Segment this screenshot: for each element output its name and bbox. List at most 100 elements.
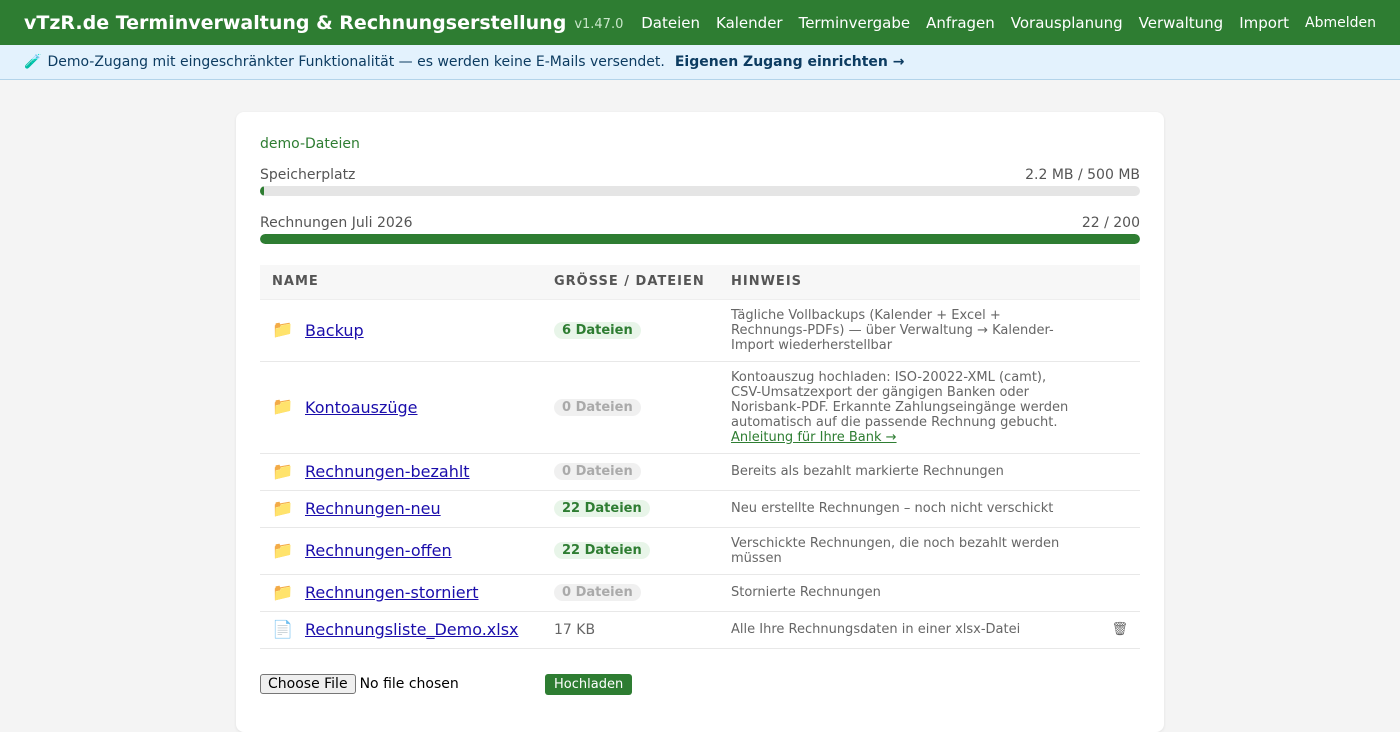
files-card: demo-Dateien Speicherplatz 2.2 MB / 500 …	[236, 112, 1164, 732]
bank-guide-link[interactable]: Anleitung für Ihre Bank →	[731, 430, 897, 445]
file-icon: 📄	[272, 619, 294, 640]
file-count-badge: 0 Dateien	[554, 584, 641, 601]
table-row: 📄 Rechnungsliste_Demo.xlsx 17 KB Alle Ih…	[260, 611, 1140, 649]
action-cell	[1091, 490, 1140, 528]
file-count-badge: 0 Dateien	[554, 463, 641, 480]
hint-cell: Stornierte Rechnungen	[719, 574, 1091, 612]
file-input[interactable]: Choose File No file chosen	[260, 674, 545, 694]
file-name-link[interactable]: Rechnungen-storniert	[305, 583, 479, 602]
file-name-link[interactable]: Rechnungsliste_Demo.xlsx	[305, 620, 519, 639]
action-cell	[1091, 299, 1140, 362]
nav-item-verwaltung[interactable]: Verwaltung	[1139, 14, 1224, 32]
trash-icon[interactable]: 🗑	[1111, 622, 1128, 637]
folder-icon: 📁	[272, 540, 294, 561]
setup-account-link[interactable]: Eigenen Zugang einrichten →	[675, 54, 905, 70]
action-cell	[1091, 361, 1140, 454]
column-header-actions	[1091, 265, 1140, 300]
demo-banner-text: Demo-Zugang mit eingeschränkter Funktion…	[47, 54, 665, 70]
file-count-badge: 0 Dateien	[554, 398, 641, 416]
action-cell	[1091, 574, 1140, 612]
action-cell	[1091, 453, 1140, 491]
hint-cell: Neu erstellte Rechnungen – noch nicht ve…	[719, 490, 1091, 528]
column-header-name: NAME	[260, 265, 542, 300]
file-count-badge: 22 Dateien	[554, 542, 650, 559]
size-cell: 0 Dateien	[542, 453, 719, 491]
folder-icon: 📁	[272, 582, 294, 603]
table-row: 📁 Rechnungen-bezahlt 0 Dateien Bereits a…	[260, 453, 1140, 491]
size-cell: 0 Dateien	[542, 361, 719, 454]
column-header-size: GRÖSSE / DATEIEN	[542, 265, 719, 300]
size-cell: 6 Dateien	[542, 299, 719, 362]
table-row: 📁 Kontoauszüge 0 Dateien Kontoauszug hoc…	[260, 361, 1140, 454]
hint-text: Bereits als bezahlt markierte Rechnungen	[731, 464, 1004, 479]
column-header-hint: HINWEIS	[719, 265, 1091, 300]
table-row: 📁 Backup 6 Dateien Tägliche Vollbackups …	[260, 299, 1140, 362]
action-cell	[1091, 527, 1140, 575]
table-row: 📁 Rechnungen-neu 22 Dateien Neu erstellt…	[260, 490, 1140, 528]
file-name-link[interactable]: Rechnungen-neu	[305, 499, 441, 518]
files-table: NAME GRÖSSE / DATEIEN HINWEIS 📁 Backup 6…	[260, 265, 1140, 649]
hint-cell: Bereits als bezahlt markierte Rechnungen	[719, 453, 1091, 491]
name-cell: 📁 Rechnungen-bezahlt	[260, 453, 542, 491]
storage-progress-fill	[260, 186, 264, 196]
hint-text: Stornierte Rechnungen	[731, 585, 881, 600]
app-title: vTzR.de Terminverwaltung & Rechnungserst…	[24, 11, 567, 34]
file-count-badge: 22 Dateien	[554, 500, 650, 517]
name-cell: 📁 Rechnungen-offen	[260, 527, 542, 575]
name-cell: 📁 Kontoauszüge	[260, 361, 542, 454]
nav-item-kalender[interactable]: Kalender	[716, 14, 783, 32]
storage-value: 2.2 MB / 500 MB	[1025, 167, 1140, 183]
storage-label: Speicherplatz	[260, 167, 356, 183]
demo-banner: 🧪 Demo-Zugang mit eingeschränkter Funkti…	[0, 45, 1400, 80]
upload-form: Choose File No file chosen Hochladen	[260, 673, 1140, 695]
name-cell: 📁 Backup	[260, 299, 542, 362]
file-name-link[interactable]: Kontoauszüge	[305, 398, 418, 417]
table-header-row: NAME GRÖSSE / DATEIEN HINWEIS	[260, 265, 1140, 300]
flask-icon: 🧪	[24, 54, 42, 70]
name-cell: 📁 Rechnungen-neu	[260, 490, 542, 528]
invoices-progress-fill	[260, 234, 1140, 244]
invoices-value: 22 / 200	[1081, 215, 1140, 231]
action-cell: 🗑	[1091, 611, 1140, 649]
logout-link[interactable]: Abmelden	[1305, 15, 1376, 31]
hint-text: Alle Ihre Rechnungsdaten in einer xlsx-D…	[731, 622, 1021, 637]
folder-icon: 📁	[272, 461, 294, 482]
top-navigation-bar: vTzR.de Terminverwaltung & Rechnungserst…	[0, 0, 1400, 45]
file-name-link[interactable]: Rechnungen-offen	[305, 541, 452, 560]
invoices-progress-track	[260, 234, 1140, 244]
page-title: demo-Dateien	[260, 136, 360, 152]
table-row: 📁 Rechnungen-storniert 0 Dateien Stornie…	[260, 574, 1140, 612]
hint-text: Neu erstellte Rechnungen – noch nicht ve…	[731, 501, 1054, 516]
folder-icon: 📁	[272, 498, 294, 519]
hint-text: Kontoauszug hochladen: ISO-20022-XML (ca…	[731, 369, 1069, 430]
storage-meter: Speicherplatz 2.2 MB / 500 MB	[260, 167, 1140, 196]
size-cell: 22 Dateien	[542, 527, 719, 575]
file-input-status: No file chosen	[359, 676, 459, 692]
nav-item-terminvergabe[interactable]: Terminvergabe	[799, 14, 911, 32]
folder-icon: 📁	[272, 397, 294, 417]
table-row: 📁 Rechnungen-offen 22 Dateien Verschickt…	[260, 527, 1140, 575]
main-nav: Dateien Kalender Terminvergabe Anfragen …	[625, 14, 1376, 32]
hint-cell: Alle Ihre Rechnungsdaten in einer xlsx-D…	[719, 611, 1091, 649]
hint-cell: Tägliche Vollbackups (Kalender + Excel +…	[719, 299, 1091, 362]
hint-text: Tägliche Vollbackups (Kalender + Excel +…	[731, 307, 1054, 353]
nav-item-dateien[interactable]: Dateien	[641, 14, 700, 32]
name-cell: 📁 Rechnungen-storniert	[260, 574, 542, 612]
nav-item-anfragen[interactable]: Anfragen	[926, 14, 995, 32]
storage-progress-track	[260, 186, 1140, 196]
upload-button[interactable]: Hochladen	[545, 673, 633, 695]
folder-icon: 📁	[272, 320, 294, 340]
hint-cell: Kontoauszug hochladen: ISO-20022-XML (ca…	[719, 361, 1091, 454]
invoices-meter: Rechnungen Juli 2026 22 / 200	[260, 215, 1140, 244]
size-cell: 0 Dateien	[542, 574, 719, 612]
name-cell: 📄 Rechnungsliste_Demo.xlsx	[260, 611, 542, 649]
file-size: 17 KB	[554, 621, 596, 638]
invoices-label: Rechnungen Juli 2026	[260, 215, 413, 231]
app-version: v1.47.0	[574, 16, 624, 32]
file-name-link[interactable]: Rechnungen-bezahlt	[305, 462, 470, 481]
hint-text: Verschickte Rechnungen, die noch bezahlt…	[731, 535, 1060, 566]
file-name-link[interactable]: Backup	[305, 321, 364, 340]
nav-item-vorausplanung[interactable]: Vorausplanung	[1011, 14, 1123, 32]
choose-file-button[interactable]: Choose File	[260, 674, 356, 694]
nav-item-import[interactable]: Import	[1239, 14, 1289, 32]
